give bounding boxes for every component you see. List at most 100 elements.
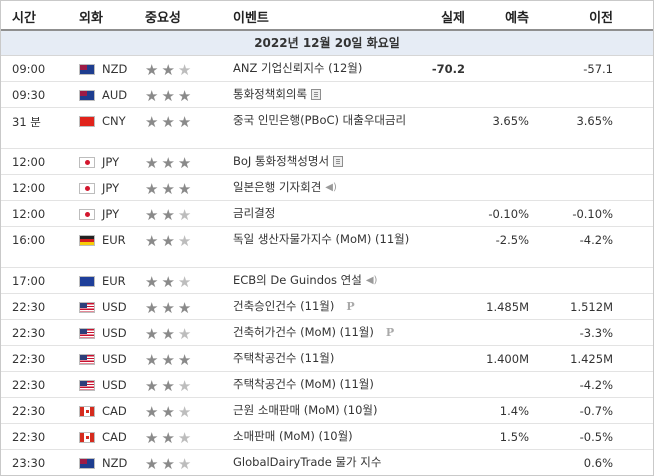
column-header: 시간 외화 중요성 이벤트 실제 예측 이전 <box>1 1 653 31</box>
star-icon: ★ <box>145 429 162 447</box>
event-name[interactable]: 건축허가건수 (MoM) (11월) P <box>233 324 418 341</box>
event-name[interactable]: 일본은행 기자회견 ◀) <box>233 179 418 196</box>
star-icon: ★ <box>145 403 162 421</box>
event-currency: EUR <box>102 274 126 288</box>
event-name-text[interactable]: 근원 소매판매 (MoM) (10월) <box>233 403 378 417</box>
event-name[interactable]: ECB의 De Guindos 연설 ◀) <box>233 272 418 289</box>
star-icon: ★ <box>145 206 162 224</box>
header-importance[interactable]: 중요성 <box>145 7 181 26</box>
event-name[interactable]: 중국 인민은행(PBoC) 대출우대금리 <box>233 112 418 129</box>
event-name[interactable]: 소매판매 (MoM) (10월) <box>233 428 418 445</box>
event-row[interactable]: 12:00 JPY ★★★ BoJ 통화정책성명서 <box>1 149 653 175</box>
event-name[interactable]: 통화정책회의록 <box>233 86 418 103</box>
importance-stars: ★★★ <box>145 273 194 291</box>
event-name-text[interactable]: 금리결정 <box>233 206 275 220</box>
forecast-value: 1.4% <box>499 404 529 418</box>
event-name-text[interactable]: 소매판매 (MoM) (10월) <box>233 429 353 443</box>
event-name-text[interactable]: 독일 생산자물가지수 (MoM) (11월) <box>233 232 409 246</box>
event-row[interactable]: 09:00 NZD ★★★ ANZ 기업신뢰지수 (12월) -70.2 -57.1 <box>1 56 653 82</box>
event-name-text[interactable]: 일본은행 기자회견 <box>233 180 321 194</box>
star-icon: ★ <box>145 232 162 250</box>
star-icon: ★ <box>177 429 195 447</box>
event-row[interactable]: 22:30 CAD ★★★ 근원 소매판매 (MoM) (10월) 1.4% -0.7% <box>1 398 653 424</box>
germany-flag-icon <box>79 235 95 246</box>
document-icon[interactable] <box>311 89 322 100</box>
event-row[interactable]: 12:00 JPY ★★★ 일본은행 기자회견 ◀) <box>1 175 653 201</box>
event-row[interactable]: 22:30 USD ★★★ 주택착공건수 (MoM) (11월) -4.2% <box>1 372 653 398</box>
usa-flag-icon <box>79 328 95 339</box>
event-name-text[interactable]: GlobalDairyTrade 물가 지수 <box>233 455 381 469</box>
header-actual[interactable]: 실제 <box>441 7 465 26</box>
previous-value: 3.65% <box>576 114 613 128</box>
event-name[interactable]: ANZ 기업신뢰지수 (12월) <box>233 60 418 77</box>
event-time: 23:30 <box>12 456 46 470</box>
event-row[interactable]: 17:00 EUR ★★★ ECB의 De Guindos 연설 ◀) <box>1 268 653 294</box>
header-time[interactable]: 시간 <box>12 7 36 26</box>
header-event[interactable]: 이벤트 <box>233 7 269 26</box>
event-name-text[interactable]: 중국 인민은행(PBoC) 대출우대금리 <box>233 113 406 127</box>
document-icon[interactable] <box>333 156 344 167</box>
event-name[interactable]: 독일 생산자물가지수 (MoM) (11월) <box>233 231 418 248</box>
japan-flag-icon <box>79 183 95 194</box>
event-name-text[interactable]: 건축승인건수 (11월) <box>233 299 334 313</box>
event-time: 12:00 <box>12 181 46 195</box>
forecast-value: -2.5% <box>495 233 529 247</box>
star-icon: ★ <box>161 180 178 198</box>
event-row[interactable]: 22:30 USD ★★★ 건축허가건수 (MoM) (11월) P -3.3% <box>1 320 653 346</box>
usa-flag-icon <box>79 354 95 365</box>
previous-value: -57.1 <box>583 62 613 76</box>
star-icon: ★ <box>145 351 162 369</box>
event-name-text[interactable]: 주택착공건수 (MoM) (11월) <box>233 377 374 391</box>
event-row[interactable]: 09:30 AUD ★★★ 통화정책회의록 <box>1 82 653 108</box>
event-name-text[interactable]: BoJ 통화정책성명서 <box>233 154 329 168</box>
header-previous[interactable]: 이전 <box>589 7 613 26</box>
speaker-icon[interactable]: ◀) <box>366 272 378 289</box>
event-name[interactable]: 주택착공건수 (MoM) (11월) <box>233 376 418 393</box>
star-icon: ★ <box>145 377 162 395</box>
event-name-text[interactable]: 건축허가건수 (MoM) (11월) <box>233 325 374 339</box>
australia-flag-icon <box>79 90 95 101</box>
star-icon: ★ <box>177 299 195 317</box>
event-time: 22:30 <box>12 430 46 444</box>
star-icon: ★ <box>145 325 162 343</box>
star-icon: ★ <box>177 232 195 250</box>
event-name-text[interactable]: ECB의 De Guindos 연설 <box>233 273 362 287</box>
event-row[interactable]: 23:30 NZD ★★★ GlobalDairyTrade 물가 지수 0.6% <box>1 450 653 475</box>
speaker-icon[interactable]: ◀) <box>325 179 337 196</box>
event-name[interactable]: GlobalDairyTrade 물가 지수 <box>233 454 418 471</box>
event-name-text[interactable]: 주택착공건수 (11월) <box>233 351 334 365</box>
eu-flag-icon <box>79 276 95 287</box>
japan-flag-icon <box>79 157 95 168</box>
star-icon: ★ <box>161 113 178 131</box>
star-icon: ★ <box>177 273 195 291</box>
event-row[interactable]: 22:30 USD ★★★ 건축승인건수 (11월) P 1.485M 1.512M <box>1 294 653 320</box>
event-name-text[interactable]: ANZ 기업신뢰지수 (12월) <box>233 61 362 75</box>
star-icon: ★ <box>145 61 162 79</box>
star-icon: ★ <box>177 377 195 395</box>
event-currency: USD <box>102 352 127 366</box>
event-name[interactable]: 주택착공건수 (11월) <box>233 350 418 367</box>
event-name[interactable]: 근원 소매판매 (MoM) (10월) <box>233 402 418 419</box>
event-row[interactable]: 31 분 CNY ★★★ 중국 인민은행(PBoC) 대출우대금리 3.65% 3.65% <box>1 108 653 149</box>
forecast-value: 1.5% <box>499 430 529 444</box>
event-time: 22:30 <box>12 326 46 340</box>
event-currency: JPY <box>102 207 120 221</box>
event-currency: NZD <box>102 62 128 76</box>
star-icon: ★ <box>161 377 178 395</box>
forecast-value: 3.65% <box>492 114 529 128</box>
forecast-value: 1.485M <box>486 300 529 314</box>
event-row[interactable]: 22:30 CAD ★★★ 소매판매 (MoM) (10월) 1.5% -0.5% <box>1 424 653 450</box>
star-icon: ★ <box>145 113 162 131</box>
event-name[interactable]: 건축승인건수 (11월) P <box>233 298 418 315</box>
event-row[interactable]: 16:00 EUR ★★★ 독일 생산자물가지수 (MoM) (11월) -2.5% -4… <box>1 227 653 268</box>
header-forecast[interactable]: 예측 <box>505 7 529 26</box>
event-row[interactable]: 12:00 JPY ★★★ 금리결정 -0.10% -0.10% <box>1 201 653 227</box>
event-row[interactable]: 22:30 USD ★★★ 주택착공건수 (11월) 1.400M 1.425M <box>1 346 653 372</box>
event-name[interactable]: 금리결정 <box>233 205 418 222</box>
event-currency: CNY <box>102 114 126 128</box>
event-name[interactable]: BoJ 통화정책성명서 <box>233 153 418 170</box>
event-name-text[interactable]: 통화정책회의록 <box>233 87 307 101</box>
forecast-value: -0.10% <box>488 207 529 221</box>
star-icon: ★ <box>161 61 178 79</box>
header-currency[interactable]: 외화 <box>79 7 103 26</box>
